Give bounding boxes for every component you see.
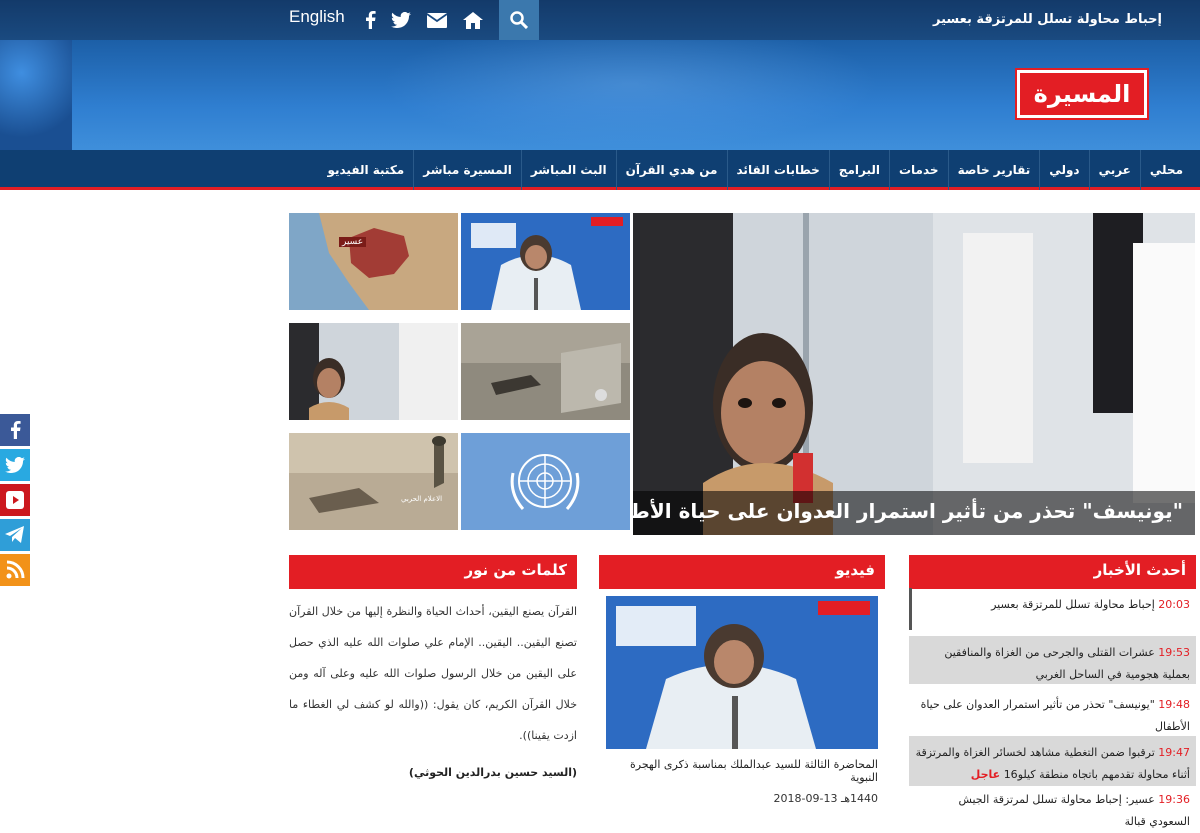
thumb-un[interactable] xyxy=(461,433,630,530)
mail-icon[interactable] xyxy=(426,9,448,31)
thumb-child[interactable] xyxy=(289,323,458,420)
thumb-speech[interactable] xyxy=(461,213,630,310)
video-caption[interactable]: المحاضرة الثالثة للسيد عبدالملك بمناسبة … xyxy=(606,758,878,784)
army-media-label: الاعلام الحربي xyxy=(401,495,443,503)
nav-item[interactable]: خطابات القائد xyxy=(726,150,829,190)
urgent-badge: عاجل xyxy=(970,768,1001,781)
latest-news-header[interactable]: أحدث الأخبار xyxy=(909,555,1196,589)
words-of-light-header[interactable]: كلمات من نور xyxy=(289,555,577,589)
nav-item[interactable]: عربي xyxy=(1088,150,1140,190)
thumb-battle[interactable] xyxy=(461,323,630,420)
main-nav: محلي عربي دولي تقارير خاصة خدمات البرامج… xyxy=(0,150,1200,190)
news-item[interactable]: 19:47 ترقبوا ضمن التغطية مشاهد لخسائر ال… xyxy=(909,736,1196,786)
thumb-soldiers[interactable]: الاعلام الحربي xyxy=(289,433,458,530)
nav-item[interactable]: البث المباشر xyxy=(520,150,616,190)
top-bar: إحباط محاولة تسلل للمرتزقة بعسير English xyxy=(0,0,1200,40)
nav-item[interactable]: تقارير خاصة xyxy=(947,150,1040,190)
nav-item[interactable]: دولي xyxy=(1039,150,1088,190)
map-label: عسير xyxy=(339,237,367,247)
un-logo-icon xyxy=(461,433,630,530)
nav-item[interactable]: مكتبة الفيديو xyxy=(318,150,413,190)
hero-caption[interactable]: "يونيسف" تحذر من تأثير استمرار العدوان ع… xyxy=(633,491,1195,535)
quote-text: القرآن يصنع اليقين، أحداث الحياة والنظرة… xyxy=(289,605,577,742)
twitter-icon[interactable] xyxy=(390,9,412,31)
facebook-icon[interactable] xyxy=(359,9,381,31)
side-youtube-icon[interactable] xyxy=(0,484,30,516)
side-rss-icon[interactable] xyxy=(0,554,30,586)
news-item[interactable]: 20:03 إحباط محاولة تسلل للمرتزقة بعسير xyxy=(909,588,1196,630)
quote-block: القرآن يصنع اليقين، أحداث الحياة والنظرة… xyxy=(289,596,577,788)
nav-item[interactable]: من هدي القرآن xyxy=(615,150,727,190)
quote-author: (السيد حسين بدرالدين الحوثي) xyxy=(408,766,577,779)
site-logo[interactable]: المسيرة xyxy=(1015,68,1149,120)
home-icon[interactable] xyxy=(462,9,484,31)
search-button[interactable] xyxy=(499,0,539,40)
side-facebook-icon[interactable] xyxy=(0,414,30,446)
news-item[interactable]: 19:53 عشرات القتلى والجرحى من الغزاة وال… xyxy=(909,636,1196,684)
news-item[interactable]: 19:48 "يونيسف" تحذر من تأثير استمرار الع… xyxy=(909,688,1196,733)
side-twitter-icon[interactable] xyxy=(0,449,30,481)
nav-item[interactable]: البرامج xyxy=(828,150,889,190)
site-header: المسيرة xyxy=(0,40,1200,150)
video-header[interactable]: فيديو xyxy=(599,555,885,589)
hero-image xyxy=(633,213,1195,535)
video-date: 1440هـ 13-09-2018 xyxy=(773,792,879,805)
video-thumbnail[interactable] xyxy=(606,596,878,749)
side-telegram-icon[interactable] xyxy=(0,519,30,551)
search-icon xyxy=(510,11,528,29)
english-link[interactable]: English xyxy=(289,7,345,27)
hero-story[interactable]: "يونيسف" تحذر من تأثير استمرار العدوان ع… xyxy=(633,213,1195,535)
breaking-ticker[interactable]: إحباط محاولة تسلل للمرتزقة بعسير xyxy=(933,12,1162,27)
news-item[interactable]: 19:36 عسير: إحباط محاولة تسلل لمرتزقة ال… xyxy=(909,789,1196,828)
nav-item[interactable]: المسيرة مباشر xyxy=(413,150,521,190)
nav-item[interactable]: محلي xyxy=(1139,150,1192,190)
thumb-map[interactable]: عسير xyxy=(289,213,458,310)
nav-item[interactable]: خدمات xyxy=(888,150,948,190)
